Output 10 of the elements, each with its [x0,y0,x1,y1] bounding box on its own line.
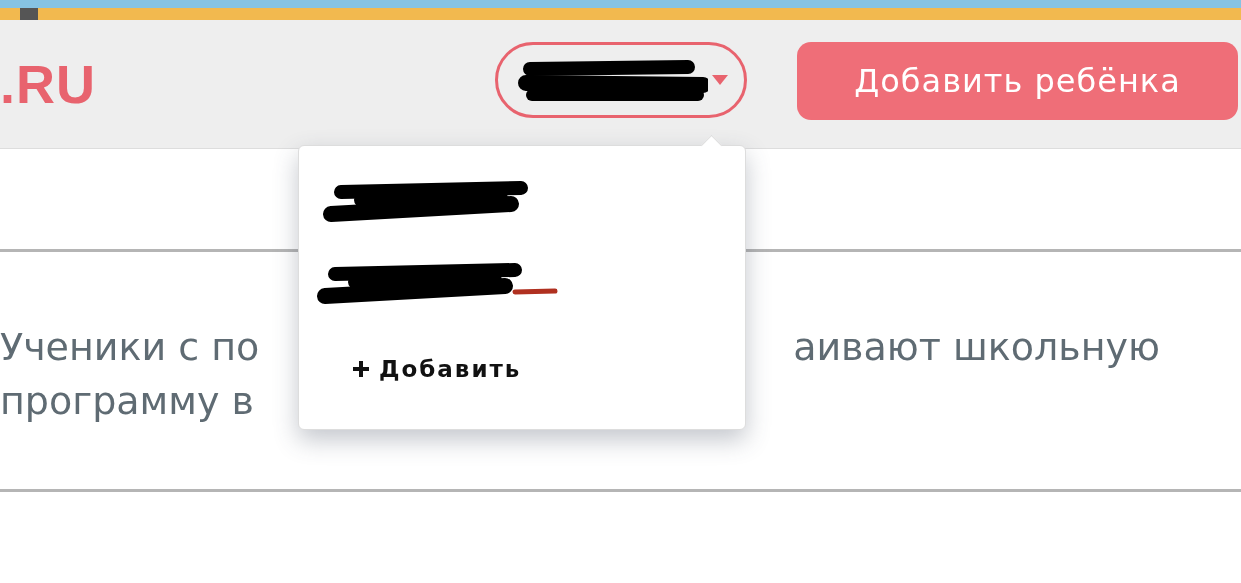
caret-icon [712,75,728,85]
intro-text: программу в [0,378,254,425]
tab-marker [20,8,38,20]
logo[interactable]: .RU [0,53,96,115]
plus-icon [351,359,371,379]
intro-text: аивают школьную [793,324,1160,371]
add-profile-link[interactable]: Добавить [351,356,522,382]
intro-text: Ученики с по [0,324,260,371]
add-child-button[interactable]: Добавить ребёнка [797,42,1238,120]
profile-selector[interactable] [495,42,747,118]
